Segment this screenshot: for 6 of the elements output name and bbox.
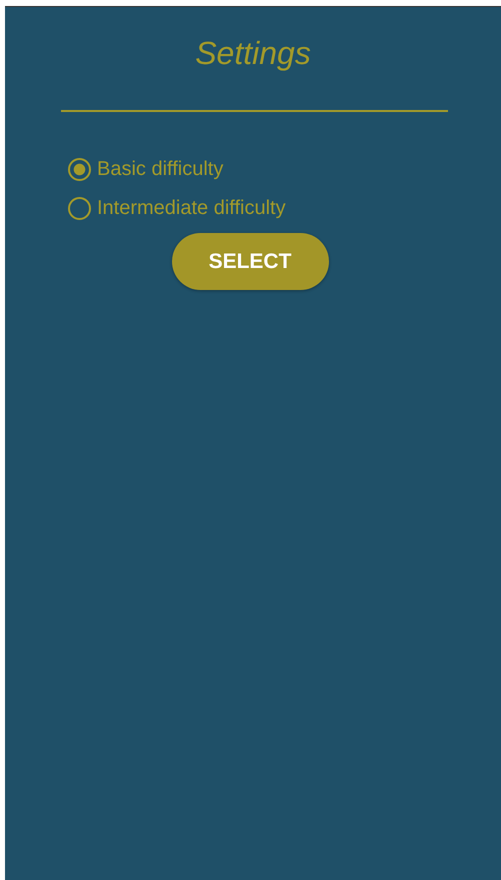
radio-button[interactable] [68, 196, 91, 220]
select-button[interactable]: SELECT [172, 233, 328, 290]
option-label[interactable]: Basic difficulty [97, 155, 224, 183]
option-label[interactable]: Intermediate difficulty [97, 194, 286, 222]
radio-button[interactable] [68, 158, 91, 180]
screen-title: Settings [194, 34, 312, 73]
